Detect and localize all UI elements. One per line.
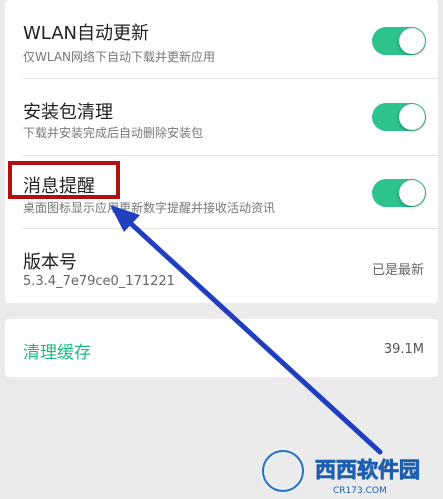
watermark-brand: 西西软件园 xyxy=(315,458,420,482)
annotation-arrow xyxy=(110,205,383,455)
watermark-logo: 西西软件园 CR173.COM xyxy=(260,448,420,496)
watermark-url: CR173.COM xyxy=(333,486,387,496)
